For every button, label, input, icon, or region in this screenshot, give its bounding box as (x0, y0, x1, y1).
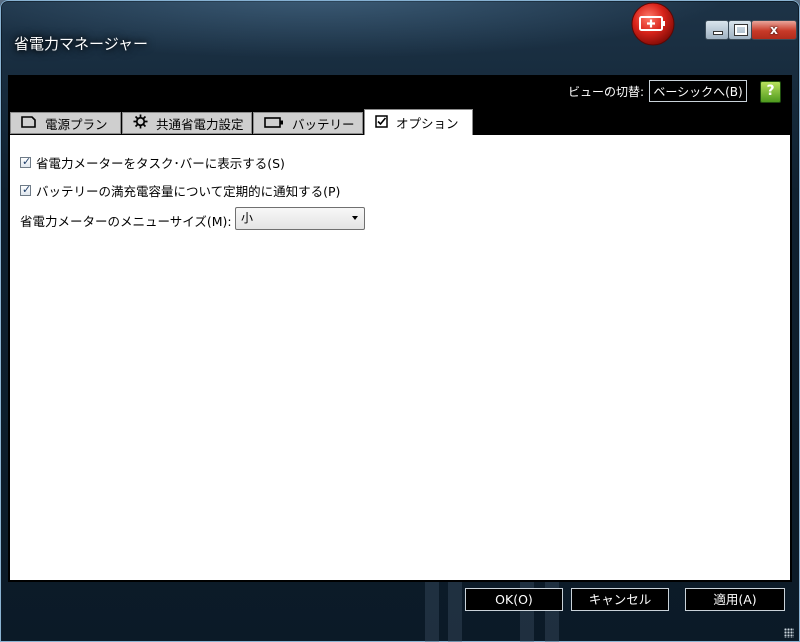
close-icon: x (770, 23, 778, 37)
battery-outline-icon (21, 115, 37, 131)
close-button[interactable]: x (751, 20, 797, 40)
tab-options[interactable]: オプション (364, 109, 473, 135)
tab-power-plan[interactable]: 電源プラン (10, 112, 121, 134)
tab-label: バッテリー (292, 116, 355, 132)
tab-label: 共通省電力設定 (156, 116, 244, 132)
chevron-down-icon (352, 216, 358, 220)
option-notify-capacity[interactable]: ✓ バッテリーの満充電容量について定期的に通知する(P) (20, 181, 340, 200)
show-meter-label: 省電力メーターをタスク･バーに表示する(S) (36, 156, 285, 171)
main-panel: ビューの切替: ベーシックへ(B) ? 電源プラン 共通省電力設定 バッテリー (8, 75, 792, 582)
check-icon: ✓ (22, 155, 32, 168)
options-panel: ✓ 省電力メーターをタスク･バーに表示する(S) ✓ バッテリーの満充電容量につ… (10, 135, 790, 580)
tab-common-settings[interactable]: 共通省電力設定 (122, 112, 252, 134)
show-meter-checkbox[interactable]: ✓ (20, 155, 32, 168)
decoration-bar (425, 582, 439, 642)
menu-size-value: 小 (241, 211, 254, 225)
basic-view-button[interactable]: ベーシックへ(B) (649, 80, 747, 102)
tab-battery[interactable]: バッテリー (253, 112, 363, 134)
maximize-button[interactable] (728, 20, 752, 40)
tab-label: オプション (396, 116, 459, 131)
notify-capacity-label: バッテリーの満充電容量について定期的に通知する(P) (36, 184, 341, 199)
tab-label: 電源プラン (45, 116, 108, 132)
window: 省電力マネージャー x ビューの切替: ベーシックへ(B) ? 電源プラン 共通… (0, 0, 800, 642)
resize-grip-icon[interactable] (784, 628, 794, 638)
window-title: 省電力マネージャー (14, 35, 148, 53)
battery-logo-icon (631, 2, 675, 46)
cancel-button[interactable]: キャンセル (571, 588, 669, 611)
apply-button[interactable]: 適用(A) (685, 588, 785, 611)
checkbox-icon (375, 114, 388, 131)
maximize-icon (734, 24, 748, 36)
check-icon: ✓ (22, 183, 32, 196)
minimize-button[interactable] (705, 20, 729, 40)
ok-button[interactable]: OK(O) (465, 588, 563, 611)
gear-icon (133, 114, 148, 132)
menu-size-select[interactable]: 小 (235, 207, 365, 230)
battery-icon (264, 116, 284, 131)
menu-size-label: 省電力メーターのメニューサイズ(M): (20, 214, 232, 229)
decoration-bar (448, 582, 462, 642)
view-switch-label: ビューの切替: (567, 85, 644, 99)
minimize-icon (713, 31, 723, 35)
help-icon[interactable]: ? (760, 81, 781, 103)
notify-capacity-checkbox[interactable]: ✓ (20, 183, 32, 196)
option-show-meter[interactable]: ✓ 省電力メーターをタスク･バーに表示する(S) (20, 153, 285, 172)
